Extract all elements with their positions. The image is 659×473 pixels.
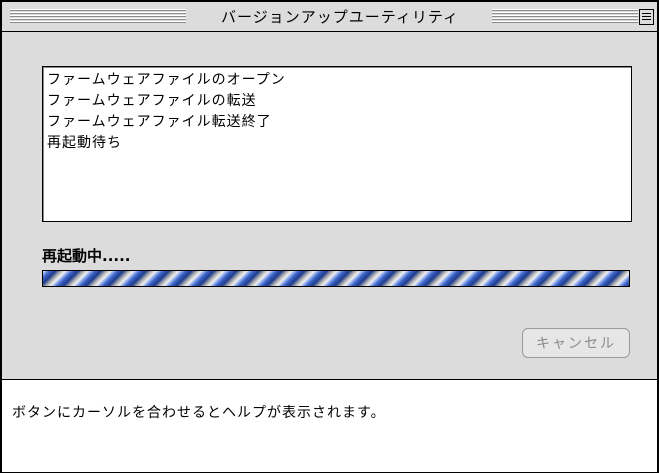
title-bar-stripes-right	[492, 9, 638, 24]
log-line: 再起動待ち	[47, 135, 122, 151]
cancel-button[interactable]: キャンセル	[522, 328, 630, 358]
log-line: ファームウェアファイル転送終了	[47, 114, 272, 130]
indeterminate-progress-bar	[42, 270, 630, 287]
title-bar-stripes-left	[10, 9, 186, 24]
log-line: ファームウェアファイルの転送	[47, 93, 257, 109]
title-bar[interactable]: バージョンアップユーティリティ	[2, 2, 657, 32]
window-title: バージョンアップユーティリティ	[221, 8, 459, 26]
status-label: 再起動中.....	[42, 247, 131, 265]
help-text: ボタンにカーソルを合わせるとヘルプが表示されます。	[12, 405, 386, 421]
collapse-box-icon[interactable]	[639, 9, 654, 25]
version-up-utility-window: バージョンアップユーティリティ ファームウェアファイルのオープン ファームウェア…	[0, 0, 659, 473]
help-area: ボタンにカーソルを合わせるとヘルプが表示されます。	[2, 379, 657, 472]
progress-log-list: ファームウェアファイルのオープン ファームウェアファイルの転送 ファームウェアフ…	[42, 66, 632, 222]
log-line: ファームウェアファイルのオープン	[47, 72, 286, 88]
